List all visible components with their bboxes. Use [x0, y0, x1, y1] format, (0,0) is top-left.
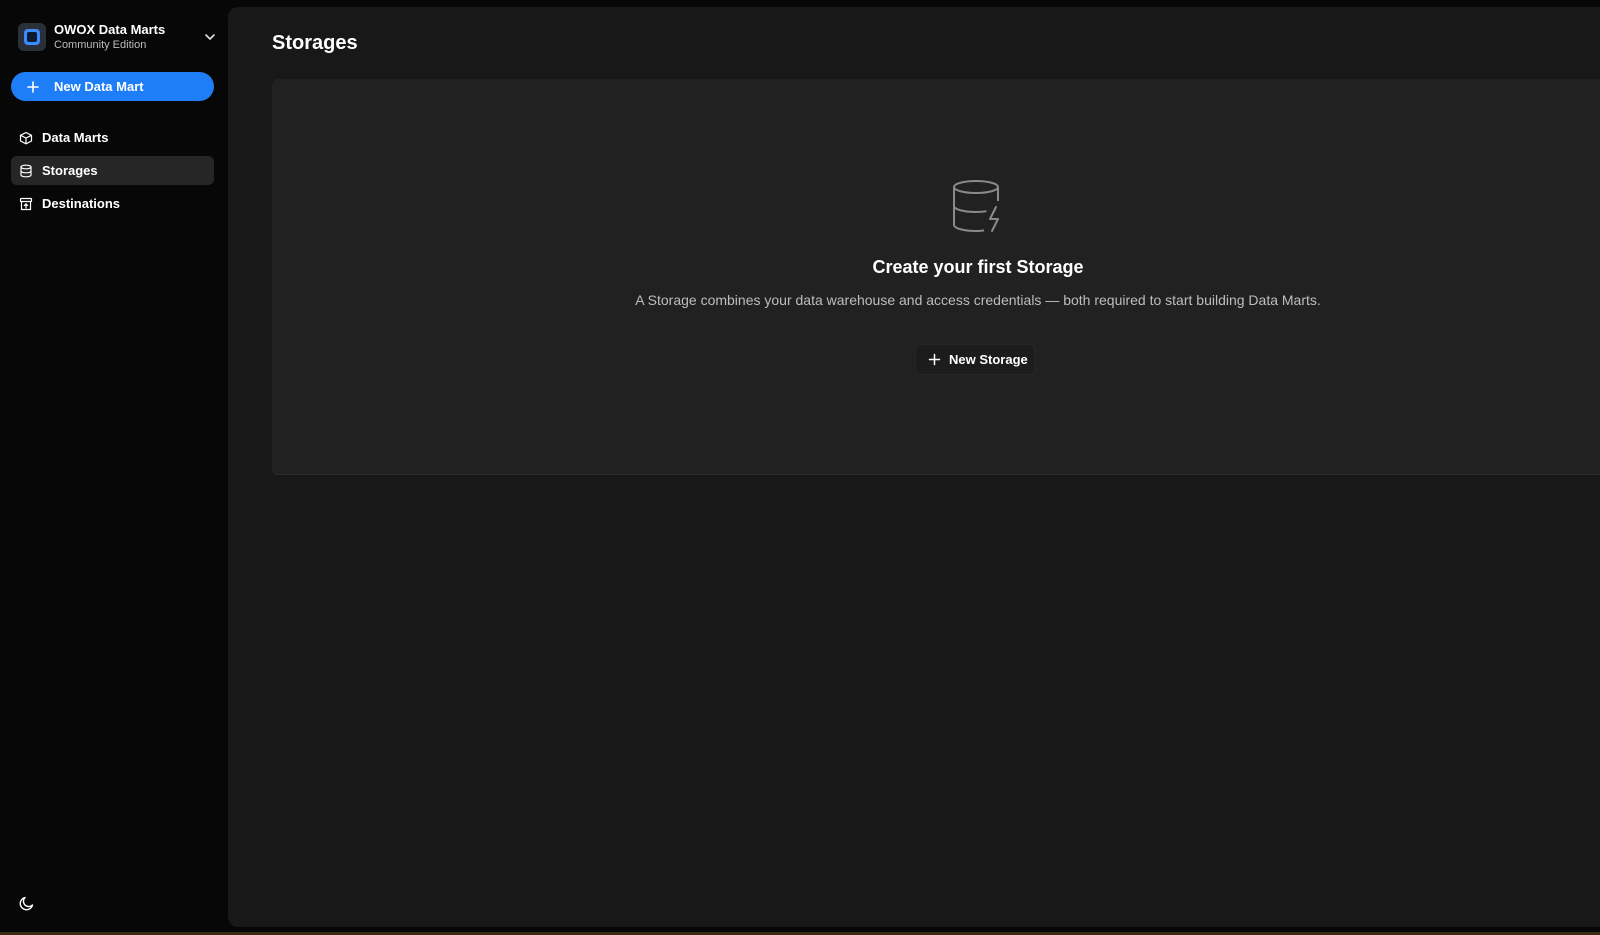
brand-title: OWOX Data Marts — [54, 22, 166, 37]
chevron-down-icon[interactable] — [202, 29, 218, 45]
cube-icon — [19, 131, 33, 144]
sidebar: OWOX Data Marts Community Edition New Da… — [0, 0, 228, 935]
sidebar-item-destinations[interactable]: Destinations — [11, 189, 214, 218]
sidebar-nav: Data Marts Storages Destinations — [11, 123, 214, 222]
brand-text: OWOX Data Marts Community Edition — [54, 22, 165, 52]
workspace-switcher[interactable]: OWOX Data Marts Community Edition — [18, 20, 218, 54]
main-content: Storages Create your first Storage A Sto… — [228, 7, 1600, 927]
sidebar-item-storages[interactable]: Storages — [11, 156, 214, 185]
sidebar-item-label: Destinations — [42, 196, 121, 211]
empty-state-heading: Create your first Storage — [872, 257, 1084, 277]
new-data-mart-label: New Data Mart — [54, 79, 144, 94]
database-icon — [20, 164, 32, 177]
sidebar-item-label: Data Marts — [42, 130, 109, 145]
database-bolt-icon — [953, 180, 999, 233]
sidebar-item-label: Storages — [42, 163, 98, 178]
plus-icon — [928, 353, 941, 366]
destination-icon — [19, 197, 33, 210]
new-storage-label: New Storage — [949, 352, 1028, 367]
new-storage-button[interactable]: New Storage — [915, 344, 1035, 375]
page-title: Storages — [272, 32, 358, 54]
plus-icon — [27, 80, 39, 93]
empty-state-description: A Storage combines your data warehouse a… — [635, 292, 1321, 308]
new-data-mart-button[interactable]: New Data Mart — [11, 72, 214, 101]
moon-icon[interactable] — [18, 894, 36, 912]
sidebar-item-data-marts[interactable]: Data Marts — [11, 123, 214, 152]
app-window: OWOX Data Marts Community Edition New Da… — [0, 0, 1600, 935]
empty-state-card: Create your first Storage A Storage comb… — [272, 79, 1600, 475]
brand-logo — [18, 23, 46, 51]
brand-subtitle: Community Edition — [54, 39, 147, 51]
